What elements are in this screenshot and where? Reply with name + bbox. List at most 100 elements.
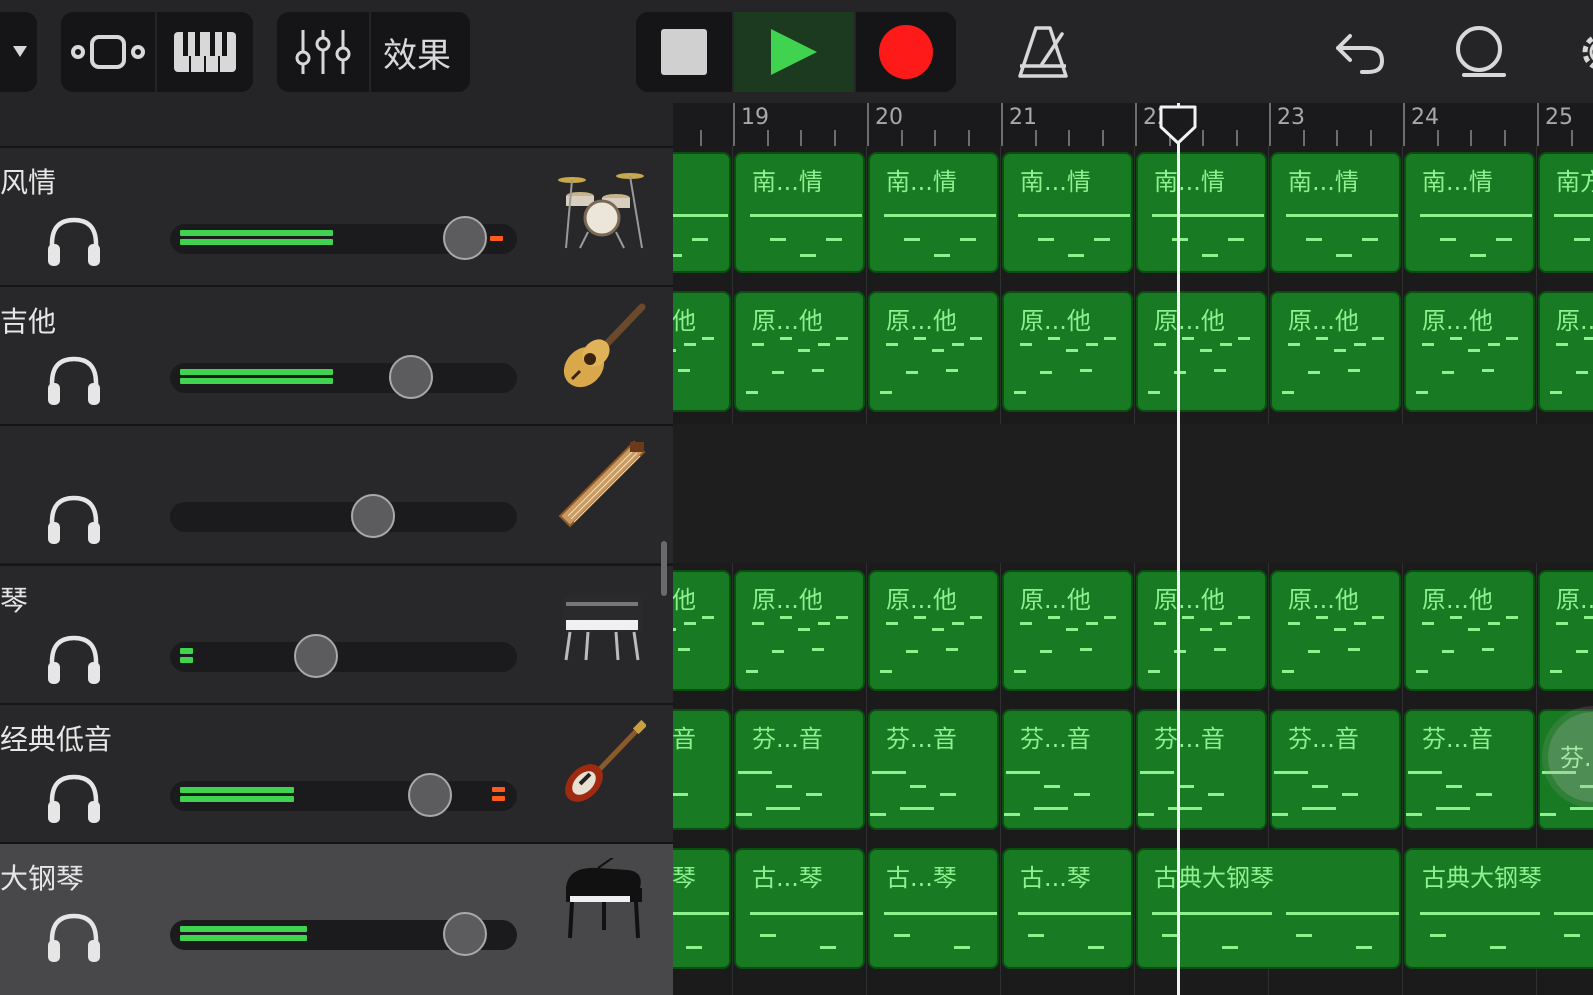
metronome-button[interactable] <box>1012 12 1074 92</box>
keyboard-button[interactable] <box>155 12 253 92</box>
music-region[interactable] <box>673 152 731 273</box>
music-region[interactable]: 芬...音 <box>1270 709 1401 830</box>
music-region[interactable]: 他 <box>673 570 731 691</box>
track-header[interactable]: 琴 <box>0 564 673 703</box>
volume-slider[interactable] <box>170 494 517 538</box>
music-region[interactable]: 芬...音 <box>734 709 865 830</box>
effects-button[interactable]: 效果 <box>369 12 463 92</box>
volume-slider[interactable] <box>170 773 517 817</box>
midi-note <box>1468 214 1484 217</box>
volume-knob[interactable] <box>389 355 433 399</box>
music-region[interactable]: 芬...音 <box>1002 709 1133 830</box>
music-region[interactable]: 原...他 <box>868 570 999 691</box>
music-region[interactable]: 原...他 <box>1136 570 1267 691</box>
stop-button[interactable] <box>636 12 732 92</box>
volume-slider[interactable] <box>170 634 517 678</box>
timeline-ruler[interactable]: 19 20 21 22 23 24 25 <box>673 103 1593 146</box>
headphones-icon[interactable] <box>44 910 104 966</box>
music-region[interactable]: 原...他 <box>1136 291 1267 412</box>
tracks-view-button[interactable] <box>61 12 155 92</box>
music-region[interactable]: 南...情 <box>1002 152 1133 273</box>
music-region[interactable]: 南...情 <box>1270 152 1401 273</box>
music-region[interactable]: 原...他 <box>734 291 865 412</box>
grand-piano-icon[interactable] <box>558 858 646 946</box>
music-region[interactable]: 原...他 <box>1002 570 1133 691</box>
arrangement-area[interactable]: 南...情南...情南...情南...情南...情南...情南方他原...他原.… <box>673 146 1593 995</box>
guzheng-icon[interactable] <box>558 440 646 528</box>
monitor-button[interactable] <box>44 492 104 552</box>
volume-slider[interactable] <box>170 355 517 399</box>
track-header[interactable] <box>0 424 673 563</box>
play-button[interactable] <box>732 12 854 92</box>
music-region[interactable]: 原...他 <box>868 291 999 412</box>
music-region[interactable]: 他 <box>673 291 731 412</box>
music-region[interactable]: 原...他 <box>1270 291 1401 412</box>
monitor-button[interactable] <box>44 771 104 831</box>
volume-slider[interactable] <box>170 216 517 260</box>
track-scroll-indicator[interactable] <box>661 541 667 596</box>
headphones-icon[interactable] <box>44 492 104 548</box>
music-region[interactable]: 原... <box>1538 570 1593 691</box>
music-region[interactable]: 芬...音 <box>1404 709 1535 830</box>
track-header[interactable]: 经典低音 <box>0 703 673 842</box>
music-region[interactable]: 原...他 <box>1404 291 1535 412</box>
headphones-icon[interactable] <box>44 353 104 409</box>
acoustic-guitar-icon[interactable] <box>558 301 646 389</box>
track-lane[interactable]: 他 原...他 原...他 原...他 原...他 原...他 原...他 原... <box>673 564 1593 703</box>
playhead-handle[interactable] <box>1158 105 1198 147</box>
volume-knob[interactable] <box>351 494 395 538</box>
monitor-button[interactable] <box>44 353 104 413</box>
mixer-button[interactable] <box>277 12 369 92</box>
track-header[interactable]: 吉他 <box>0 285 673 424</box>
music-region[interactable]: 原...他 <box>1270 570 1401 691</box>
music-region[interactable]: 南...情 <box>868 152 999 273</box>
music-region[interactable]: 南...情 <box>734 152 865 273</box>
headphones-icon[interactable] <box>44 771 104 827</box>
drum-kit-icon[interactable] <box>558 162 646 250</box>
music-region[interactable]: 古...琴 <box>734 848 865 969</box>
record-button[interactable] <box>853 12 956 92</box>
midi-note <box>886 622 898 625</box>
midi-note <box>1248 214 1264 217</box>
music-region[interactable]: 芬...音 <box>1136 709 1267 830</box>
midi-note <box>1154 343 1166 346</box>
loop-browser-button[interactable] <box>1446 12 1510 92</box>
undo-button[interactable] <box>1328 12 1390 92</box>
dropdown-arrow-button[interactable] <box>0 12 37 92</box>
music-region[interactable]: 南...情 <box>1136 152 1267 273</box>
track-header[interactable]: 风情 <box>0 146 673 285</box>
track-lane[interactable]: 琴 古...琴 古...琴 古...琴 古典大钢琴 古典大钢琴 <box>673 842 1593 995</box>
midi-note <box>760 934 776 937</box>
music-region[interactable]: 古...琴 <box>1002 848 1133 969</box>
track-lane[interactable]: 南...情 南...情 南...情 南...情 南...情 南...情 南方 <box>673 146 1593 285</box>
track-lane[interactable] <box>673 424 1593 563</box>
music-region[interactable]: 原...他 <box>734 570 865 691</box>
track-lane[interactable]: 他 原...他 原...他 原...他 原...他 原...他 原...他 原... <box>673 285 1593 424</box>
track-lane[interactable]: 音 芬...音 芬...音 芬...音 芬...音 芬...音 芬...音 <box>673 703 1593 842</box>
volume-knob[interactable] <box>443 216 487 260</box>
electric-piano-icon[interactable] <box>558 580 646 668</box>
volume-slider[interactable] <box>170 912 517 956</box>
volume-knob[interactable] <box>294 634 338 678</box>
music-region[interactable]: 原...他 <box>1002 291 1133 412</box>
monitor-button[interactable] <box>44 632 104 692</box>
music-region[interactable]: 琴 <box>673 848 731 969</box>
music-region[interactable]: 芬...音 <box>868 709 999 830</box>
monitor-button[interactable] <box>44 910 104 970</box>
bass-guitar-icon[interactable] <box>558 719 646 807</box>
music-region[interactable]: 古典大钢琴 <box>1404 848 1593 969</box>
volume-knob[interactable] <box>408 773 452 817</box>
music-region[interactable]: 原... <box>1538 291 1593 412</box>
music-region[interactable]: 原...他 <box>1404 570 1535 691</box>
music-region[interactable]: 古典大钢琴 <box>1136 848 1401 969</box>
music-region[interactable]: 古...琴 <box>868 848 999 969</box>
music-region[interactable]: 音 <box>673 709 731 830</box>
monitor-button[interactable] <box>44 214 104 274</box>
headphones-icon[interactable] <box>44 214 104 270</box>
music-region[interactable]: 南...情 <box>1404 152 1535 273</box>
headphones-icon[interactable] <box>44 632 104 688</box>
volume-knob[interactable] <box>443 912 487 956</box>
settings-button[interactable] <box>1572 12 1593 92</box>
music-region[interactable]: 南方 <box>1538 152 1593 273</box>
track-header[interactable]: 大钢琴 <box>0 842 673 995</box>
